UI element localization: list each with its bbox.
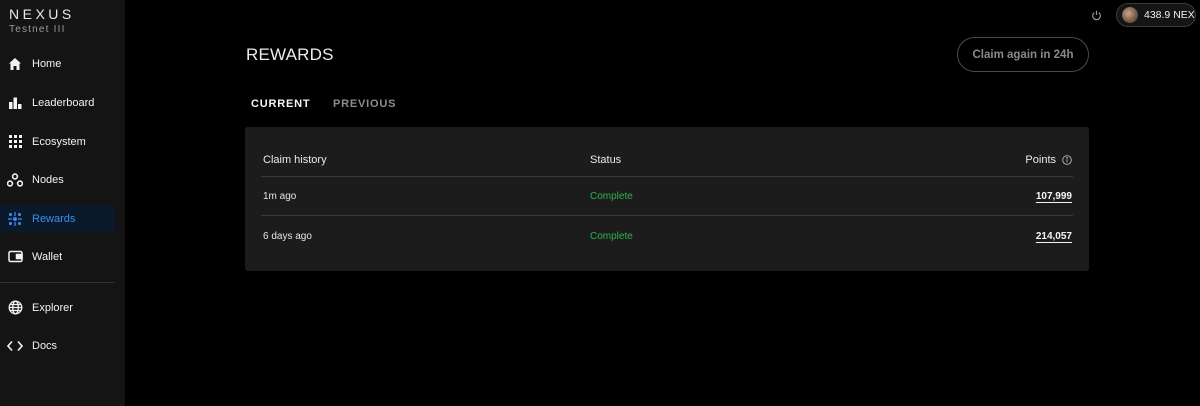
- sidebar-item-label: Ecosystem: [32, 135, 86, 148]
- sidebar-item-label: Explorer: [32, 301, 73, 314]
- column-header-claim-history: Claim history: [263, 154, 327, 166]
- sidebar-item-label: Nodes: [32, 173, 64, 186]
- claim-points[interactable]: 107,999: [1036, 191, 1072, 202]
- sidebar-item-rewards[interactable]: Rewards: [0, 205, 115, 232]
- claim-status: Complete: [590, 191, 633, 202]
- balance-amount: 438.9 NEX: [1144, 9, 1195, 21]
- brand[interactable]: NEXUS Testnet III: [9, 6, 75, 35]
- sidebar-item-ecosystem[interactable]: Ecosystem: [0, 128, 115, 155]
- tab-previous[interactable]: PREVIOUS: [333, 98, 396, 110]
- grid-icon: [7, 134, 23, 150]
- column-header-status: Status: [590, 154, 622, 166]
- sidebar-item-wallet[interactable]: Wallet: [0, 243, 115, 270]
- info-icon[interactable]: [1062, 155, 1072, 165]
- table-divider: [261, 215, 1073, 216]
- claim-history-table: Claim history Status Points 1m ago Compl…: [245, 127, 1089, 271]
- balance-badge[interactable]: 438.9 NEX: [1116, 3, 1196, 27]
- sidebar-item-nodes[interactable]: Nodes: [0, 166, 115, 193]
- sidebar-item-explorer[interactable]: Explorer: [0, 294, 115, 321]
- sidebar-item-label: Home: [32, 57, 62, 70]
- sidebar-item-label: Leaderboard: [32, 96, 95, 109]
- sidebar-item-docs[interactable]: Docs: [0, 332, 115, 359]
- page-title: REWARDS: [246, 45, 334, 64]
- sidebar-divider: [0, 282, 115, 283]
- power-icon: [1091, 10, 1101, 20]
- column-header-points-label: Points: [1025, 154, 1056, 166]
- code-icon: [7, 338, 23, 354]
- sidebar: NEXUS Testnet III Home Leaderboard Ecosy…: [0, 0, 125, 406]
- sidebar-item-label: Docs: [32, 339, 58, 352]
- rewards-icon: [7, 211, 23, 227]
- home-icon: [7, 56, 23, 72]
- globe-icon: [7, 300, 23, 316]
- nodes-icon: [7, 172, 23, 188]
- table-divider: [261, 176, 1073, 177]
- brand-name: NEXUS: [9, 6, 75, 22]
- claim-button[interactable]: Claim again in 24h: [957, 37, 1089, 72]
- sidebar-item-label: Rewards: [32, 212, 76, 225]
- tab-current[interactable]: CURRENT: [251, 98, 310, 110]
- bar-chart-icon: [7, 95, 23, 111]
- power-button[interactable]: [1088, 7, 1104, 23]
- avatar: [1122, 7, 1138, 23]
- claim-time: 1m ago: [263, 191, 297, 202]
- claim-status: Complete: [590, 231, 633, 242]
- sidebar-item-label: Wallet: [32, 250, 63, 263]
- sidebar-item-home[interactable]: Home: [0, 50, 115, 77]
- wallet-icon: [7, 249, 23, 265]
- column-header-points: Points: [1025, 154, 1072, 166]
- sidebar-item-leaderboard[interactable]: Leaderboard: [0, 89, 115, 116]
- brand-subtitle: Testnet III: [9, 24, 66, 35]
- claim-time: 6 days ago: [263, 231, 312, 242]
- claim-points[interactable]: 214,057: [1036, 231, 1072, 242]
